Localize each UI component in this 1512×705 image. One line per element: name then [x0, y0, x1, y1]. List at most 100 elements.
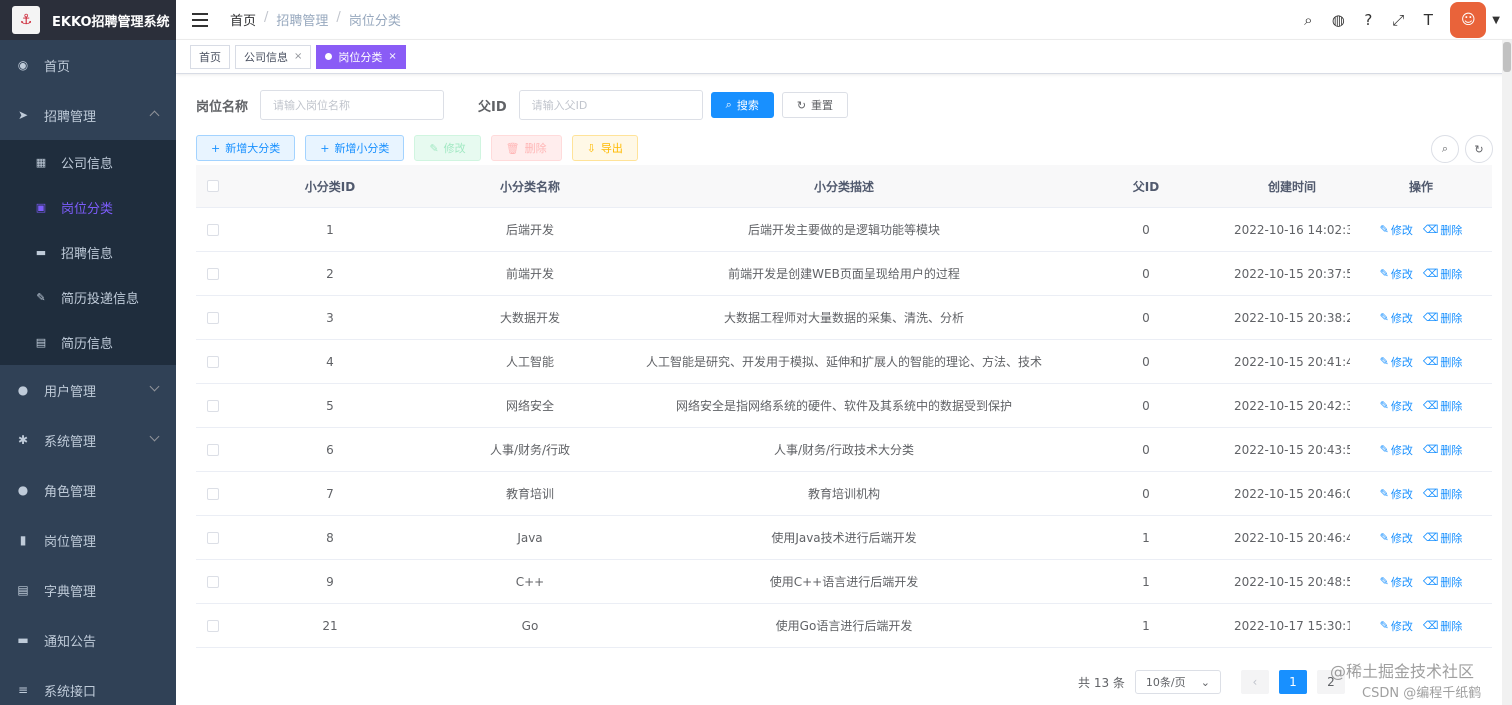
row-delete-link[interactable]: ⌫ 删除	[1423, 310, 1463, 326]
row-delete-link[interactable]: ⌫ 删除	[1423, 442, 1463, 458]
delete-button[interactable]: 🗑 删除	[490, 135, 562, 161]
prev-page-button[interactable]: ‹	[1240, 670, 1269, 694]
row-checkbox[interactable]	[207, 355, 219, 368]
table-row[interactable]: 21 Go 使用Go语言进行后端开发 1 2022-10-17 15:30:10 ✎ 修改 ⌫…	[196, 604, 1492, 648]
export-button[interactable]: ⇩ 导出	[571, 135, 638, 161]
row-delete-link[interactable]: ⌫ 删除	[1423, 222, 1463, 238]
page-size-select[interactable]: 10条/页 ⌄	[1134, 670, 1221, 694]
trash-icon: ⌫	[1422, 443, 1439, 456]
row-checkbox[interactable]	[207, 531, 219, 544]
cell-name: 网络安全	[505, 399, 554, 413]
row-edit-link[interactable]: ✎ 修改	[1380, 398, 1413, 414]
table-row[interactable]: 6 人事/财务/行政 人事/财务/行政技术大分类 0 2022-10-15 20:43:…	[196, 428, 1492, 472]
table-row[interactable]: 4 人工智能 人工智能是研究、开发用于模拟、延伸和扩展人的智能的理论、方法、技术 0 2…	[196, 340, 1492, 384]
sidebar-item-home[interactable]: ◉ 首页	[0, 40, 176, 90]
row-delete-link[interactable]: ⌫ 删除	[1423, 618, 1463, 634]
row-edit-link[interactable]: ✎ 修改	[1380, 442, 1413, 458]
table-row[interactable]: 5 网络安全 网络安全是指网络系统的硬件、软件及其系统中的数据受到保护 0 2022-1…	[196, 384, 1492, 428]
page-1-button[interactable]: 1	[1278, 670, 1307, 694]
table-row[interactable]: 8 Java 使用Java技术进行后端开发 1 2022-10-15 20:46:44 ✎…	[196, 516, 1492, 560]
sidebar: ⚓ EKKO招聘管理系统 ◉ 首页 ➤ 招聘管理 ▦ 公司信息 ▣ 岗位分类 ▬…	[0, 0, 176, 705]
name-label: 岗位名称	[196, 99, 249, 115]
parent-id-input[interactable]: 请输入父ID	[518, 90, 703, 120]
table-row[interactable]: 2 前端开发 前端开发是创建WEB页面呈现给用户的过程 0 2022-10-15 20:…	[196, 252, 1492, 296]
row-edit-link[interactable]: ✎ 修改	[1380, 354, 1413, 370]
logo-area[interactable]: ⚓ EKKO招聘管理系统	[0, 0, 176, 40]
row-checkbox[interactable]	[207, 267, 219, 280]
table-row[interactable]: 7 教育培训 教育培训机构 0 2022-10-15 20:46:08 ✎ 修改 ⌫ 删除	[196, 472, 1492, 516]
avatar[interactable]: ☺	[1450, 2, 1487, 38]
search-button[interactable]: ⌕ 搜索	[710, 92, 774, 118]
row-edit-link[interactable]: ✎ 修改	[1380, 530, 1413, 546]
breadcrumb-current: 岗位分类	[348, 14, 401, 29]
breadcrumb-home[interactable]: 首页	[230, 10, 256, 29]
row-delete-link[interactable]: ⌫ 删除	[1423, 574, 1463, 590]
sidebar-item-jobs[interactable]: ▬ 招聘信息	[0, 230, 176, 275]
table-row[interactable]: 1 后端开发 后端开发主要做的是逻辑功能等模块 0 2022-10-16 14:02:3…	[196, 208, 1492, 252]
row-checkbox[interactable]	[207, 399, 219, 412]
close-icon[interactable]: ×	[388, 51, 396, 62]
toggle-search-button[interactable]: ⌕	[1431, 135, 1459, 163]
sidebar-item-users[interactable]: ● 用户管理	[0, 365, 176, 415]
row-delete-link[interactable]: ⌫ 删除	[1423, 486, 1463, 502]
chevron-down-icon: ⌄	[1200, 675, 1210, 689]
table-row[interactable]: 9 C++ 使用C++语言进行后端开发 1 2022-10-15 20:48:55 ✎ 修改…	[196, 560, 1492, 604]
row-edit-label: 修改	[1390, 531, 1413, 545]
add-minor-button[interactable]: + 新增小分类	[305, 135, 405, 161]
parent-id-placeholder: 请输入父ID	[531, 99, 588, 112]
row-edit-link[interactable]: ✎ 修改	[1380, 266, 1413, 282]
tag-home[interactable]: 首页	[190, 44, 230, 69]
row-edit-link[interactable]: ✎ 修改	[1380, 310, 1413, 326]
post-icon: ▮	[19, 533, 27, 547]
hamburger-icon[interactable]	[192, 12, 208, 27]
fullscreen-icon[interactable]: ⤢	[1390, 11, 1406, 29]
row-delete-link[interactable]: ⌫ 删除	[1423, 398, 1463, 414]
row-checkbox[interactable]	[207, 223, 219, 236]
row-checkbox[interactable]	[207, 487, 219, 500]
row-checkbox[interactable]	[207, 575, 219, 588]
sidebar-item-api[interactable]: ≡ 系统接口	[0, 665, 176, 705]
table-row[interactable]: 3 大数据开发 大数据工程师对大量数据的采集、清洗、分析 0 2022-10-15 20…	[196, 296, 1492, 340]
search-icon[interactable]: ⌕	[1300, 11, 1316, 29]
row-checkbox[interactable]	[207, 619, 219, 632]
github-icon[interactable]: ◍	[1330, 11, 1346, 29]
add-major-button[interactable]: + 新增大分类	[196, 135, 296, 161]
sidebar-item-resume[interactable]: ▤ 简历信息	[0, 320, 176, 365]
sidebar-item-notice[interactable]: ▬ 通知公告	[0, 615, 176, 665]
select-all-checkbox[interactable]	[207, 180, 219, 192]
scrollbar-thumb[interactable]	[1503, 42, 1511, 72]
refresh-button[interactable]: ↻	[1465, 135, 1493, 163]
row-delete-link[interactable]: ⌫ 删除	[1423, 530, 1463, 546]
scrollbar[interactable]	[1502, 40, 1512, 705]
row-edit-link[interactable]: ✎ 修改	[1380, 222, 1413, 238]
sidebar-item-roles[interactable]: ● 角色管理	[0, 465, 176, 515]
tag-company[interactable]: 公司信息 ×	[235, 44, 312, 69]
sidebar-item-posts[interactable]: ▮ 岗位管理	[0, 515, 176, 565]
row-checkbox[interactable]	[207, 443, 219, 456]
sidebar-item-recruit[interactable]: ➤ 招聘管理	[0, 90, 176, 140]
cell-desc: 使用Go语言进行后端开发	[775, 619, 913, 633]
row-edit-link[interactable]: ✎ 修改	[1380, 574, 1413, 590]
edit-button[interactable]: ✎ 修改	[414, 135, 481, 161]
cell-actions: ✎ 修改 ⌫ 删除	[1350, 354, 1492, 370]
sidebar-item-dict[interactable]: ▤ 字典管理	[0, 565, 176, 615]
row-edit-link[interactable]: ✎ 修改	[1380, 486, 1413, 502]
row-edit-link[interactable]: ✎ 修改	[1380, 618, 1413, 634]
font-size-icon[interactable]: T	[1420, 11, 1436, 29]
sidebar-item-category[interactable]: ▣ 岗位分类	[0, 185, 176, 230]
reset-button[interactable]: ↻ 重置	[781, 92, 849, 118]
question-icon[interactable]: ?	[1360, 11, 1376, 29]
sidebar-item-delivery[interactable]: ✎ 简历投递信息	[0, 275, 176, 320]
sidebar-item-system[interactable]: ✱ 系统管理	[0, 415, 176, 465]
tag-category[interactable]: 岗位分类 ×	[316, 44, 406, 69]
name-input[interactable]: 请输入岗位名称	[260, 90, 445, 120]
sidebar-item-company[interactable]: ▦ 公司信息	[0, 140, 176, 185]
row-delete-link[interactable]: ⌫ 删除	[1423, 266, 1463, 282]
caret-down-icon[interactable]: ▼	[1492, 15, 1500, 26]
edit-icon: ✎	[1379, 311, 1389, 324]
close-icon[interactable]: ×	[294, 51, 302, 62]
row-checkbox[interactable]	[207, 311, 219, 324]
breadcrumb-recruit: 招聘管理	[276, 14, 329, 29]
cell-desc: 使用C++语言进行后端开发	[769, 575, 919, 589]
row-delete-link[interactable]: ⌫ 删除	[1423, 354, 1463, 370]
